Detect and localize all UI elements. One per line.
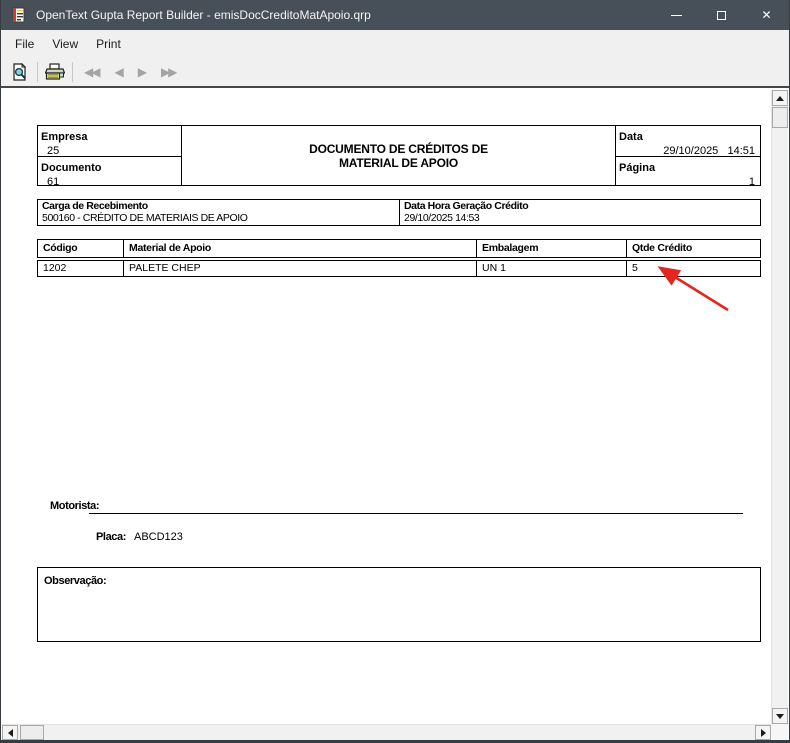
close-button[interactable]: ✕ (744, 0, 789, 30)
motorista-signature-line (89, 513, 743, 514)
print-icon (45, 63, 65, 80)
table-header-embalagem: Embalagem (476, 240, 626, 257)
scroll-down-icon (776, 713, 784, 719)
print-preview-icon (13, 63, 27, 81)
table-cell-codigo: 1202 (43, 262, 67, 274)
placa-label: Placa: (96, 531, 127, 543)
nav-last-icon[interactable]: ▶▶ (153, 63, 183, 81)
table-header-row: Código Material de Apoio Embalagem Qtde … (37, 239, 761, 258)
placa-value: ABCD123 (134, 531, 183, 543)
pagina-value: 1 (748, 176, 755, 186)
carga-label: Carga de Recebimento (42, 200, 148, 212)
vertical-scrollbar[interactable] (771, 90, 788, 724)
carga-value: 500160 - CRÉDITO DE MATERIAIS DE APOIO (42, 211, 248, 224)
report-title: DOCUMENTO DE CRÉDITOS DE MATERIAL DE APO… (182, 126, 615, 185)
table-header-qtde: Qtde Crédito (626, 240, 760, 257)
scrollbar-corner (771, 724, 788, 740)
vertical-scroll-thumb[interactable] (772, 107, 788, 128)
motorista-label: Motorista: (50, 500, 100, 512)
documento-value: 61 (47, 176, 60, 186)
scroll-down-button[interactable] (772, 708, 788, 724)
scroll-up-button[interactable] (772, 90, 788, 106)
scroll-right-icon (760, 728, 766, 737)
print-button[interactable] (41, 60, 69, 84)
print-preview-button[interactable] (6, 60, 34, 84)
table-cell-embalagem: UN 1 (476, 261, 626, 276)
scroll-left-button[interactable] (2, 725, 18, 740)
table-cell-qtde: 5 (626, 261, 760, 276)
toolbar: ◀◀ ◀ ▶ ▶▶ (1, 58, 789, 88)
menu-print[interactable]: Print (87, 33, 130, 55)
datahora-label: Data Hora Geração Crédito (404, 200, 529, 212)
observacao-box: Observação: (37, 567, 761, 642)
pagina-cell: Página 1 (616, 156, 760, 186)
minimize-button[interactable] (654, 0, 699, 30)
empresa-value: 25 (47, 145, 60, 156)
maximize-button[interactable] (699, 0, 744, 30)
toolbar-separator (37, 62, 38, 82)
menu-file[interactable]: File (6, 33, 43, 55)
nav-prev-icon[interactable]: ◀ (106, 63, 129, 81)
data-cell: Data 29/10/2025 14:51 (616, 126, 760, 156)
toolbar-separator (72, 62, 73, 82)
pagina-label: Página (619, 162, 656, 174)
titlebar: OpenText Gupta Report Builder - emisDocC… (1, 0, 789, 30)
minimize-icon (671, 14, 682, 16)
nav-first-icon[interactable]: ◀◀ (76, 63, 106, 81)
app-window: OpenText Gupta Report Builder - emisDocC… (0, 0, 790, 743)
empresa-label: Empresa (41, 131, 88, 143)
scroll-left-icon (7, 728, 13, 737)
table-cell-material: PALETE CHEP (123, 261, 476, 276)
table-header-codigo: Código (43, 242, 78, 254)
maximize-icon (717, 10, 726, 20)
observacao-label: Observação: (44, 575, 107, 587)
header-left-box: Empresa 25 Documento 61 (37, 125, 182, 186)
datahora-value: 29/10/2025 14:53 (404, 211, 480, 224)
window-title: OpenText Gupta Report Builder - emisDocC… (36, 8, 371, 22)
window-controls: ✕ (654, 0, 789, 30)
menu-view[interactable]: View (43, 33, 87, 55)
nav-next-icon[interactable]: ▶ (130, 63, 153, 81)
empresa-cell: Empresa 25 (38, 126, 181, 156)
data-label: Data (619, 131, 643, 143)
documento-label: Documento (41, 162, 102, 174)
horizontal-scrollbar[interactable] (2, 724, 771, 740)
horizontal-scroll-thumb[interactable] (20, 725, 44, 740)
close-icon: ✕ (761, 8, 772, 22)
scroll-right-button[interactable] (755, 725, 771, 740)
datahora-cell: Data Hora Geração Crédito 29/10/2025 14:… (400, 200, 760, 225)
documento-cell: Documento 61 (38, 156, 181, 186)
header-title-box: DOCUMENTO DE CRÉDITOS DE MATERIAL DE APO… (181, 125, 616, 186)
table-header-material: Material de Apoio (123, 240, 476, 257)
header-right-box: Data 29/10/2025 14:51 Página 1 (615, 125, 761, 186)
data-value: 29/10/2025 14:51 (663, 145, 755, 156)
report-title-line1: DOCUMENTO DE CRÉDITOS DE (309, 141, 488, 156)
report-preview-page: Empresa 25 Documento 61 DOCUMENTO DE CRÉ… (2, 90, 771, 724)
scroll-up-icon (776, 95, 784, 101)
carga-box: Carga de Recebimento 500160 - CRÉDITO DE… (37, 199, 761, 226)
menubar: File View Print (1, 30, 789, 58)
carga-cell: Carga de Recebimento 500160 - CRÉDITO DE… (38, 200, 400, 225)
app-icon (12, 7, 25, 23)
table-row: 1202 PALETE CHEP UN 1 5 (37, 260, 761, 277)
report-title-line2: MATERIAL DE APOIO (338, 155, 459, 170)
